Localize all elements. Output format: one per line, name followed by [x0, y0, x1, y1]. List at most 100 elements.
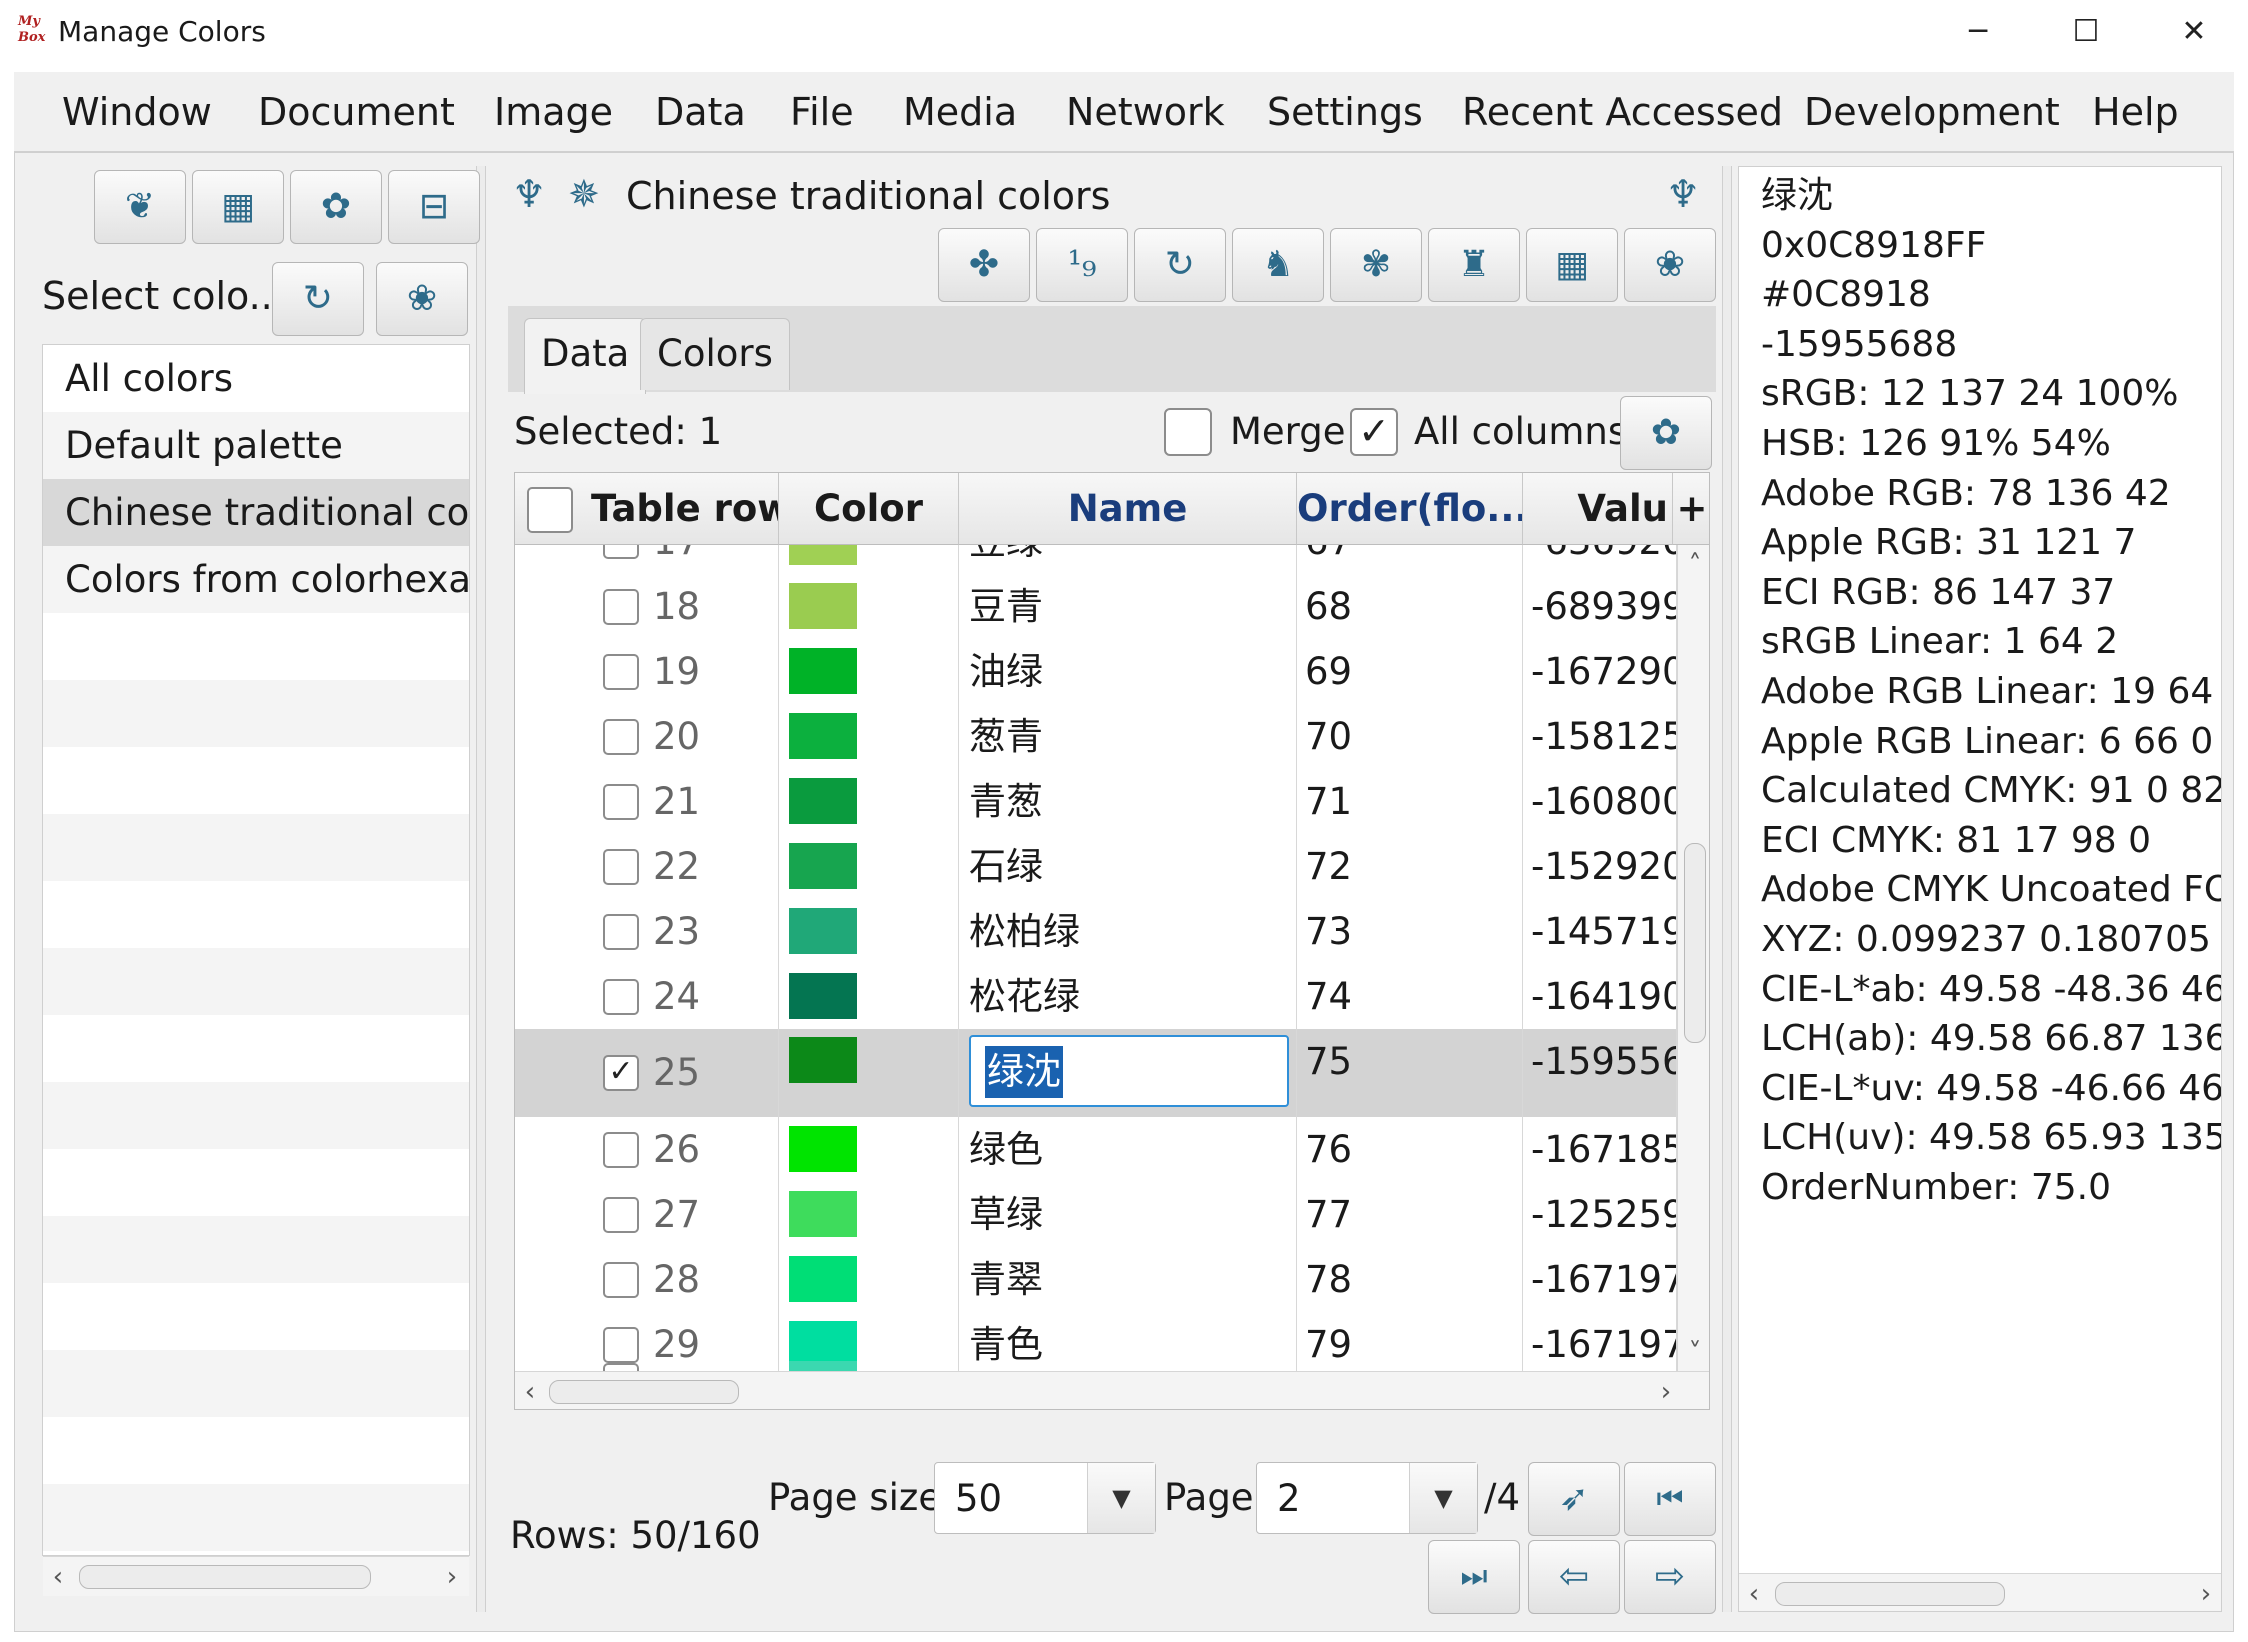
cell-name[interactable]: 油绿 — [959, 639, 1297, 704]
cell-name[interactable]: 青葱 — [959, 769, 1297, 834]
table-row[interactable]: 24 松花绿 74 -164190 — [515, 964, 1677, 1029]
row-checkbox[interactable] — [603, 914, 639, 950]
last-page-icon[interactable]: ⏭ — [1428, 1540, 1520, 1614]
cell-value[interactable]: -167197 — [1523, 1247, 1677, 1312]
refresh-icon[interactable]: ↻ — [272, 262, 364, 336]
row-checkbox[interactable] — [603, 589, 639, 625]
table-row[interactable]: 19 油绿 69 -167290 — [515, 639, 1677, 704]
cell-order[interactable]: 74 — [1297, 964, 1523, 1029]
totem-icon[interactable]: ♜ — [1428, 228, 1520, 302]
cloud-pattern-icon[interactable]: ✿ — [1620, 396, 1712, 470]
page-size-select[interactable]: 50 ▼ — [934, 1462, 1156, 1534]
lotus-leaf-icon[interactable]: ❦ — [94, 170, 186, 244]
close-button[interactable]: ✕ — [2144, 6, 2244, 58]
scroll-up-icon[interactable]: ˄ — [1678, 545, 1709, 585]
scroll-right-icon[interactable]: › — [1651, 1372, 1681, 1409]
menu-document[interactable]: Document — [258, 90, 455, 134]
refresh-icon[interactable]: ↻ — [1134, 228, 1226, 302]
name-edit-field[interactable]: 绿沈 — [969, 1035, 1289, 1107]
maximize-button[interactable]: ☐ — [2036, 6, 2136, 58]
cell-name[interactable]: 松花绿 — [959, 964, 1297, 1029]
row-checkbox[interactable] — [603, 1197, 639, 1233]
lotus-flower-icon[interactable]: ❀ — [1624, 228, 1716, 302]
scroll-thumb[interactable] — [79, 1565, 371, 1589]
palette-list[interactable]: All colors Default palette Chinese tradi… — [42, 344, 470, 1556]
row-checkbox[interactable] — [603, 654, 639, 690]
scroll-thumb[interactable] — [549, 1380, 739, 1404]
row-checkbox[interactable]: ✓ — [603, 1055, 639, 1091]
menu-file[interactable]: File — [790, 90, 854, 134]
minimize-button[interactable]: ─ — [1928, 6, 2028, 58]
cell-name[interactable]: 青翠 — [959, 1247, 1297, 1312]
scroll-right-icon[interactable]: › — [2191, 1574, 2221, 1611]
table-row[interactable]: 26 绿色 76 -167185 — [515, 1117, 1677, 1182]
row-checkbox[interactable] — [603, 979, 639, 1015]
cell-value[interactable]: -152920 — [1523, 834, 1677, 899]
scroll-thumb[interactable] — [1684, 843, 1706, 1043]
cell-value[interactable]: -125259 — [1523, 1182, 1677, 1247]
menu-window[interactable]: Window — [62, 90, 212, 134]
cell-order[interactable]: 78 — [1297, 1247, 1523, 1312]
previous-page-icon[interactable]: ⇦ — [1528, 1540, 1620, 1614]
row-checkbox[interactable] — [603, 849, 639, 885]
splitter-right[interactable] — [1722, 166, 1732, 1612]
cell-name[interactable]: 松柏绿 — [959, 899, 1297, 964]
table-row[interactable]: 20 葱青 70 -158125 — [515, 704, 1677, 769]
cell-name[interactable]: 豆青 — [959, 574, 1297, 639]
cell-order[interactable]: 68 — [1297, 574, 1523, 639]
page-select[interactable]: 2 ▼ — [1256, 1462, 1478, 1534]
table-row[interactable]: 28 青翠 78 -167197 — [515, 1247, 1677, 1312]
bird-icon[interactable]: ♆ — [1666, 172, 1700, 216]
col-header-order[interactable]: Order(flo... — [1297, 473, 1523, 545]
cell-value[interactable]: -160800 — [1523, 769, 1677, 834]
cloud-pattern-icon[interactable]: ✿ — [290, 170, 382, 244]
next-page-icon[interactable]: ⇨ — [1624, 1540, 1716, 1614]
chevron-down-icon[interactable]: ▼ — [1087, 1463, 1155, 1533]
menu-settings[interactable]: Settings — [1267, 90, 1423, 134]
cell-name[interactable]: 绿沈 — [959, 1029, 1297, 1117]
cell-name[interactable]: 石绿 — [959, 834, 1297, 899]
all-columns-checkbox[interactable]: ✓ — [1350, 408, 1398, 456]
cell-order[interactable]: 76 — [1297, 1117, 1523, 1182]
scroll-thumb[interactable] — [1775, 1582, 2005, 1606]
deer-icon[interactable]: ♞ — [1232, 228, 1324, 302]
menu-media[interactable]: Media — [903, 90, 1017, 134]
add-column-button[interactable]: + — [1673, 473, 1709, 545]
chevron-down-icon[interactable]: ▼ — [1409, 1463, 1477, 1533]
cell-name[interactable]: 葱青 — [959, 704, 1297, 769]
info-hscroll[interactable]: ‹ › — [1739, 1573, 2221, 1611]
col-header-color[interactable]: Color — [779, 473, 959, 545]
menu-help[interactable]: Help — [2092, 90, 2179, 134]
cell-value[interactable]: -167185 — [1523, 1117, 1677, 1182]
splitter-left[interactable] — [476, 166, 486, 1612]
peacock-icon[interactable]: ✾ — [1330, 228, 1422, 302]
cell-value[interactable]: -167290 — [1523, 639, 1677, 704]
table-row[interactable]: 27 草绿 77 -125259 — [515, 1182, 1677, 1247]
merge-checkbox[interactable] — [1164, 408, 1212, 456]
mask-pattern-icon[interactable]: ▦ — [1526, 228, 1618, 302]
cell-value[interactable]: -159556 — [1523, 1029, 1677, 1117]
color-table[interactable]: Table row Color Name Order(flo... Valu +… — [514, 472, 1710, 1410]
cell-value[interactable]: -158125 — [1523, 704, 1677, 769]
table-row[interactable]: 23 松柏绿 73 -145719 — [515, 899, 1677, 964]
palette-item-selected[interactable]: Chinese traditional colo — [43, 479, 469, 546]
table-row[interactable]: 18 豆青 68 -689399 — [515, 574, 1677, 639]
row-checkbox[interactable] — [603, 1132, 639, 1168]
cell-order[interactable]: 70 — [1297, 704, 1523, 769]
menu-recent-accessed[interactable]: Recent Accessed — [1462, 90, 1783, 134]
table-row[interactable]: 21 青葱 71 -160800 — [515, 769, 1677, 834]
tab-data[interactable]: Data — [524, 318, 647, 394]
ruler-icon[interactable]: ⊟ — [388, 170, 480, 244]
cell-name[interactable]: 草绿 — [959, 1182, 1297, 1247]
menu-development[interactable]: Development — [1804, 90, 2060, 134]
bird-go-icon[interactable]: ➶ — [1528, 1462, 1620, 1536]
lotus-flower-icon[interactable]: ❀ — [376, 262, 468, 336]
cell-value[interactable]: -164190 — [1523, 964, 1677, 1029]
select-all-checkbox[interactable] — [527, 487, 573, 533]
cell-order[interactable]: 73 — [1297, 899, 1523, 964]
col-header-value[interactable]: Valu — [1523, 473, 1673, 545]
row-checkbox[interactable] — [603, 784, 639, 820]
first-page-icon[interactable]: ⏮ — [1624, 1462, 1716, 1536]
menu-network[interactable]: Network — [1066, 90, 1225, 134]
scroll-down-icon[interactable]: ˅ — [1678, 1333, 1709, 1373]
